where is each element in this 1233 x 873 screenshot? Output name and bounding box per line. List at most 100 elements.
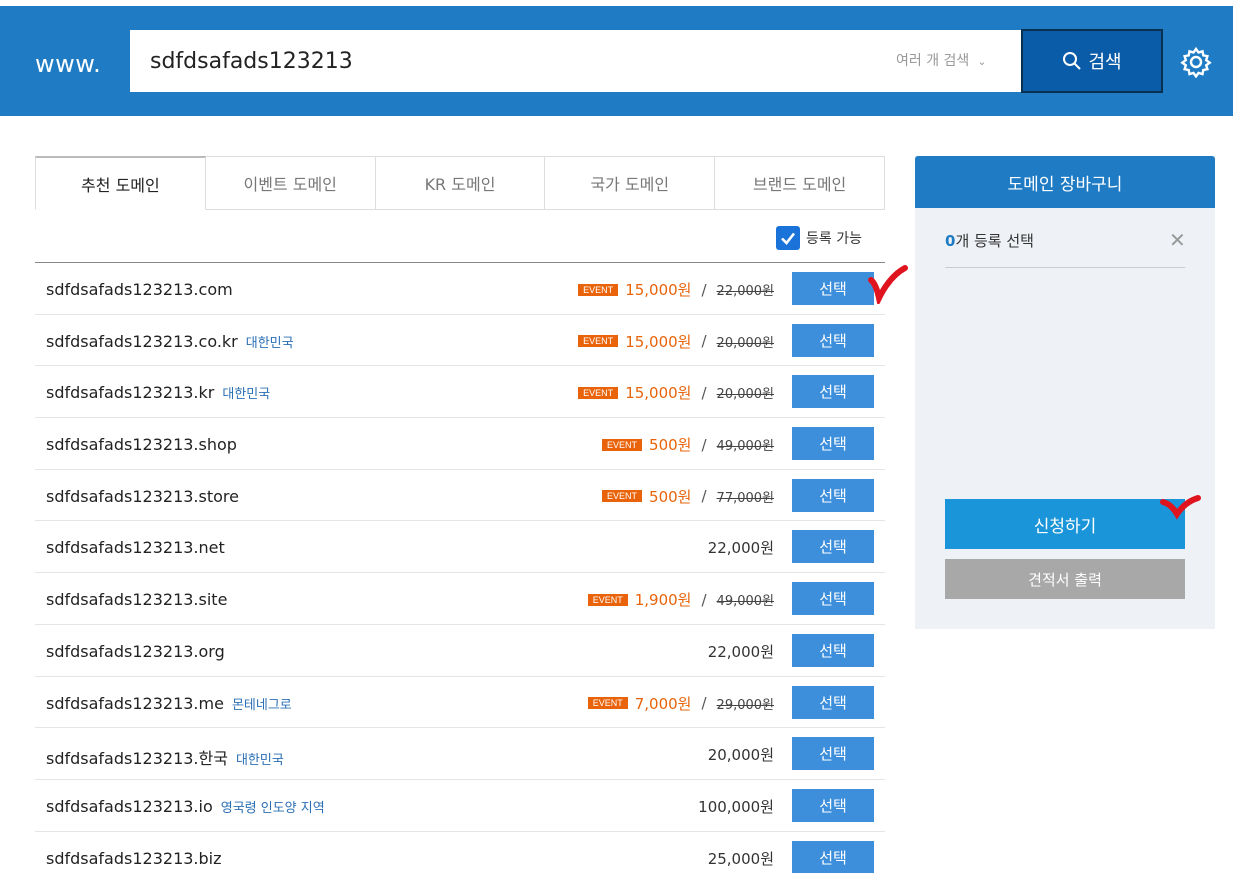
domain-name-text: sdfdsafads123213.co.kr [46, 331, 238, 351]
domain-row: sdfdsafads123213.com EVENT 15,000원 / 22,000원… [35, 263, 885, 315]
original-price: 77,000원 [716, 490, 774, 506]
select-button[interactable]: 선택 [792, 272, 874, 305]
domain-name-text: sdfdsafads123213.me [46, 693, 224, 713]
domain-name: sdfdsafads123213.net [46, 538, 225, 557]
event-badge: EVENT [578, 386, 619, 399]
domain-name: sdfdsafads123213.한국 대한민국 [46, 745, 284, 769]
select-button[interactable]: 선택 [792, 840, 874, 873]
domain-tabs: 추천 도메인 이벤트 도메인 KR 도메인 국가 도메인 브랜드 도메인 [35, 156, 885, 210]
select-button[interactable]: 선택 [792, 427, 874, 461]
event-price: 15,000원 [625, 332, 692, 351]
original-price: 29,000원 [716, 697, 774, 713]
domain-name: sdfdsafads123213.shop [46, 435, 237, 454]
available-label: 등록 가능 [806, 231, 862, 247]
price-area: EVENT 1,900원 / 49,000원 [587, 589, 774, 610]
price-area: 22,000원 [708, 641, 774, 662]
apply-button[interactable]: 신청하기 [945, 499, 1185, 549]
domain-row: sdfdsafads123213.io 영국령 인도양 지역 100,000원 선택 [35, 780, 885, 832]
search-button-label: 검색 [1088, 52, 1122, 73]
event-badge: EVENT [602, 438, 643, 451]
select-button[interactable]: 선택 [792, 375, 874, 409]
domain-cart: 도메인 장바구니 0개 등록 선택 ✕ 신청하기 견적서 출력 [915, 156, 1215, 629]
domain-name: sdfdsafads123213.org [46, 642, 225, 661]
domain-name: sdfdsafads123213.io 영국령 인도양 지역 [46, 797, 325, 816]
domain-name-text: sdfdsafads123213.org [46, 641, 225, 661]
regular-price: 20,000원 [707, 746, 774, 765]
event-badge: EVENT [602, 490, 643, 503]
red-check-mark [1160, 495, 1201, 520]
search-box: 여러 개 검색 ⌄ [130, 30, 1022, 92]
event-price: 15,000원 [625, 281, 692, 299]
www-prefix: www. [35, 50, 102, 78]
regular-price: 22,000원 [707, 539, 774, 558]
domain-name-text: sdfdsafads123213.shop [46, 435, 237, 455]
select-button[interactable]: 선택 [792, 737, 874, 771]
search-input[interactable] [150, 30, 850, 92]
quote-print-button[interactable]: 견적서 출력 [945, 559, 1185, 599]
price-separator: / [701, 332, 707, 351]
price-area: EVENT 15,000원 / 20,000원 [578, 331, 774, 352]
domain-row: sdfdsafads123213.co.kr 대한민국 EVENT 15,000원 / 2… [35, 315, 885, 367]
domain-row: sdfdsafads123213.kr 대한민국 EVENT 15,000원 / 20,0… [35, 366, 885, 419]
multi-search-dropdown[interactable]: 여러 개 검색 ⌄ [896, 50, 987, 70]
top-search-bar: www. 여러 개 검색 ⌄ 검색 [0, 6, 1233, 116]
chevron-down-icon: ⌄ [977, 55, 987, 68]
select-button[interactable]: 선택 [792, 582, 874, 616]
domain-row: sdfdsafads123213.net 22,000원 선택 [35, 521, 885, 574]
price-area: 100,000원 [698, 796, 774, 817]
domain-name-text: sdfdsafads123213.한국 [46, 749, 228, 769]
tab-event[interactable]: 이벤트 도메인 [205, 156, 376, 210]
event-badge: EVENT [578, 335, 619, 348]
event-price: 500원 [649, 487, 692, 506]
price-separator: / [701, 383, 707, 402]
tab-country[interactable]: 국가 도메인 [545, 156, 716, 210]
gear-icon[interactable] [1180, 46, 1212, 78]
search-button[interactable]: 검색 [1021, 29, 1163, 93]
select-button[interactable]: 선택 [792, 478, 874, 512]
tab-kr[interactable]: KR 도메인 [375, 156, 546, 210]
event-price: 7,000원 [634, 694, 692, 713]
original-price: 49,000원 [716, 594, 774, 610]
domain-country: 몬테네그로 [231, 697, 292, 713]
cart-count-label: 개 등록 선택 [955, 232, 1034, 250]
cart-count: 0개 등록 선택 [945, 230, 1034, 251]
tab-brand[interactable]: 브랜드 도메인 [715, 156, 885, 210]
available-checkbox[interactable] [776, 226, 800, 250]
available-filter[interactable]: 등록 가능 [776, 226, 862, 250]
price-area: EVENT 500원 / 77,000원 [602, 486, 774, 507]
price-separator: / [701, 487, 707, 506]
domain-country: 대한민국 [235, 753, 284, 769]
price-area: EVENT 7,000원 / 29,000원 [587, 693, 774, 714]
domain-name-text: sdfdsafads123213.site [46, 590, 228, 610]
original-price: 22,000원 [716, 284, 774, 299]
price-area: 25,000원 [708, 848, 774, 869]
tab-recommended[interactable]: 추천 도메인 [35, 156, 206, 210]
regular-price: 22,000원 [707, 642, 774, 661]
select-button[interactable]: 선택 [792, 788, 874, 822]
domain-country: 대한민국 [245, 335, 294, 351]
regular-price: 100,000원 [698, 797, 774, 816]
price-area: EVENT 500원 / 49,000원 [602, 434, 774, 455]
domain-name: sdfdsafads123213.com [46, 280, 233, 299]
select-button[interactable]: 선택 [792, 685, 874, 719]
select-button[interactable]: 선택 [792, 633, 874, 667]
select-button[interactable]: 선택 [792, 323, 874, 357]
domain-row: sdfdsafads123213.store EVENT 500원 / 77,000원 선… [35, 470, 885, 522]
select-button[interactable]: 선택 [792, 530, 874, 564]
cart-count-number: 0 [945, 232, 956, 250]
domain-name: sdfdsafads123213.me 몬테네그로 [46, 694, 292, 713]
original-price: 20,000원 [716, 335, 774, 351]
search-icon [1063, 52, 1082, 70]
close-icon[interactable]: ✕ [1169, 228, 1186, 252]
regular-price: 25,000원 [707, 849, 774, 868]
domain-name: sdfdsafads123213.site [46, 590, 227, 609]
domain-row: sdfdsafads123213.site EVENT 1,900원 / 49,000원… [35, 573, 885, 625]
price-separator: / [701, 590, 707, 609]
price-area: 20,000원 [708, 744, 774, 765]
domain-row: sdfdsafads123213.me 몬테네그로 EVENT 7,000원 / 29,0… [35, 677, 885, 729]
price-separator: / [701, 280, 707, 299]
price-area: EVENT 15,000원 / 20,000원 [578, 382, 774, 403]
domain-list: sdfdsafads123213.com EVENT 15,000원 / 22,000원… [35, 262, 885, 873]
domain-name: sdfdsafads123213.co.kr 대한민국 [46, 332, 294, 351]
event-price: 1,900원 [634, 591, 692, 610]
